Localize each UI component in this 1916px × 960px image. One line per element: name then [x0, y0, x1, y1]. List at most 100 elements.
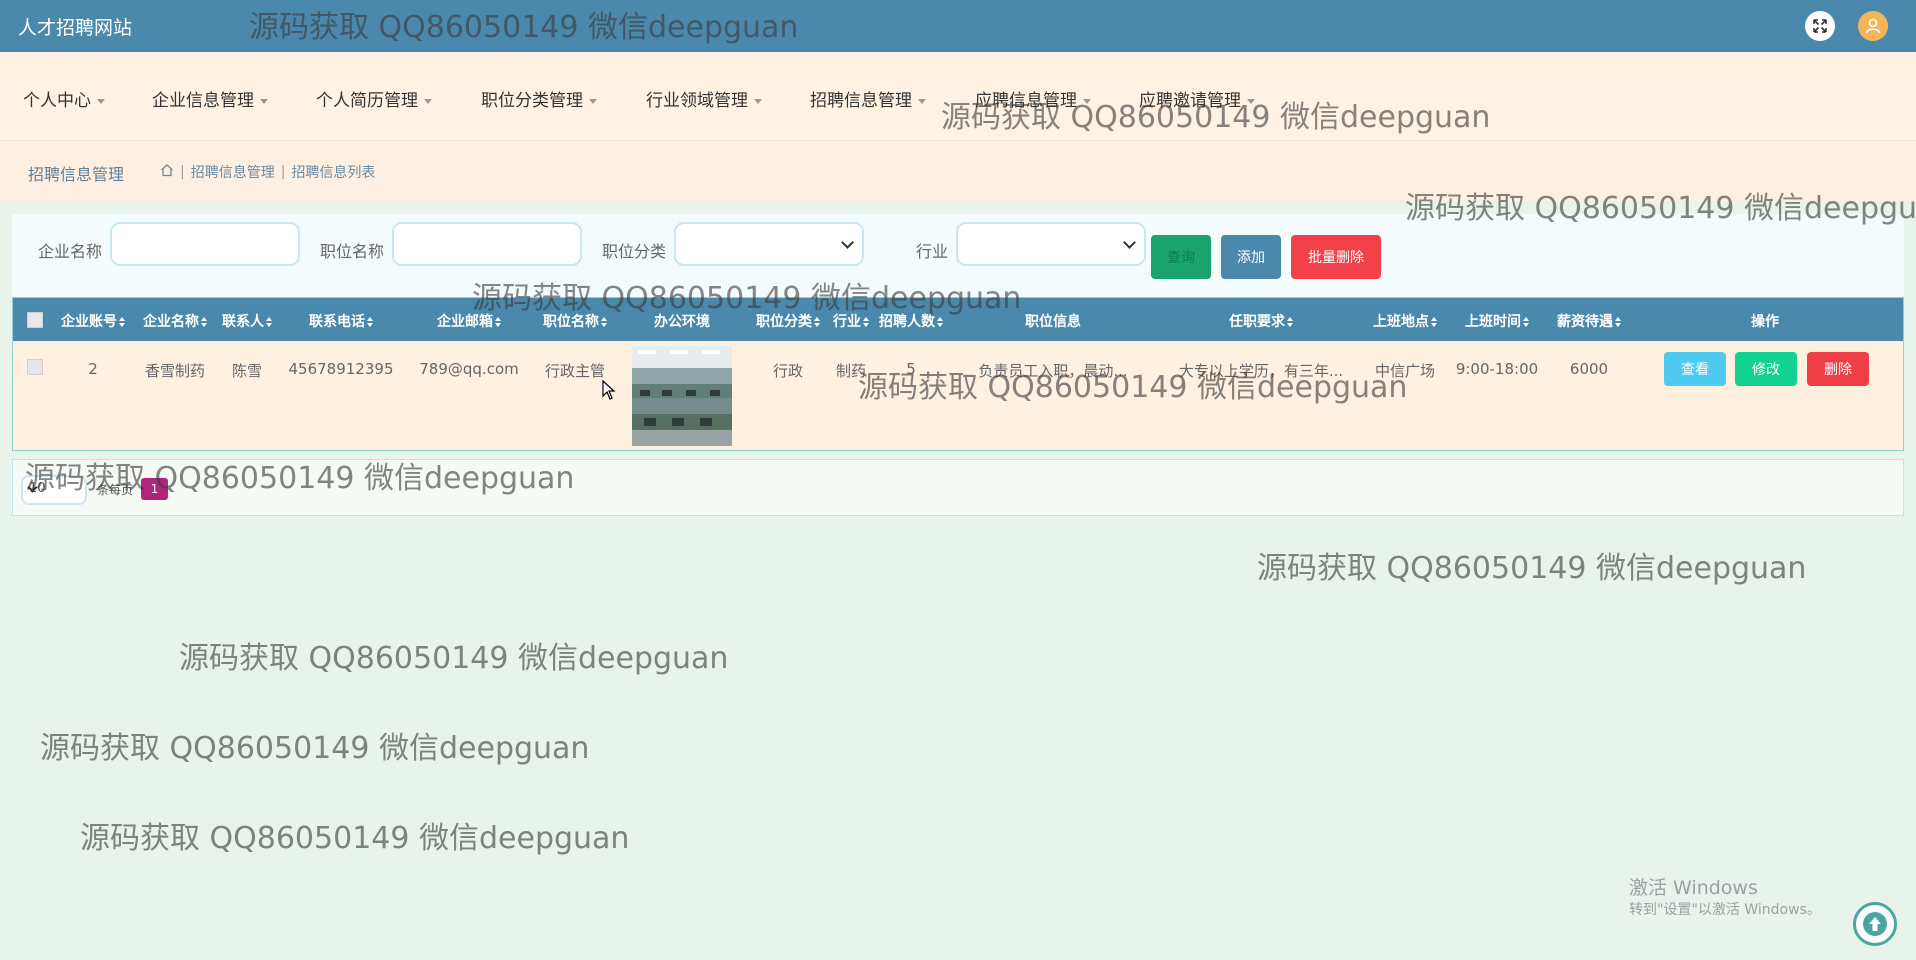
sort-icon	[367, 317, 373, 327]
page-size-select[interactable]: 10	[21, 475, 87, 505]
select-all-checkbox[interactable]	[27, 312, 43, 328]
sort-icon	[1287, 317, 1293, 327]
col-header-label: 企业邮箱	[437, 314, 493, 330]
nav-recruitment[interactable]: 招聘信息管理	[810, 86, 926, 111]
position-name-label: 职位名称	[320, 242, 385, 261]
back-to-top-button[interactable]	[1853, 902, 1897, 946]
nav-company-info[interactable]: 企业信息管理	[152, 86, 268, 111]
nav-label: 职位分类管理	[481, 91, 583, 111]
sort-icon	[601, 317, 607, 327]
windows-activation-title: 激活 Windows	[1629, 877, 1758, 899]
page-number-button[interactable]: 1	[141, 478, 168, 500]
col-header[interactable]: 招聘人数	[879, 311, 943, 331]
caret-down-icon	[260, 98, 268, 104]
chevron-down-icon	[1123, 236, 1136, 249]
col-header[interactable]: 联系电话	[309, 311, 373, 331]
col-header-label: 联系电话	[309, 314, 365, 330]
nav-invitation[interactable]: 应聘邀请管理	[1139, 86, 1255, 111]
col-header[interactable]: 上班地点	[1373, 311, 1437, 331]
nav-label: 个人中心	[23, 91, 91, 111]
col-header[interactable]: 薪资待遇	[1557, 311, 1621, 331]
nav-position-category[interactable]: 职位分类管理	[481, 86, 597, 111]
caret-down-icon	[1083, 98, 1091, 104]
sort-icon	[863, 317, 869, 327]
col-header-label: 薪资待遇	[1557, 314, 1613, 330]
col-header-label: 职位分类	[756, 314, 812, 330]
position-name-input[interactable]	[392, 222, 582, 266]
per-page-label: 条每页	[97, 483, 134, 497]
caret-down-icon	[918, 98, 926, 104]
recruitment-table: 企业账号 企业名称 联系人 联系电话 企业邮箱 职位名称 办公环境 职位分类 行…	[12, 297, 1904, 451]
delete-button[interactable]: 删除	[1807, 352, 1869, 386]
col-header-label: 任职要求	[1229, 314, 1285, 330]
cell-headcount: 5	[906, 360, 916, 378]
nav-label: 行业领域管理	[646, 91, 748, 111]
chevron-down-icon	[841, 236, 854, 249]
col-header[interactable]: 职位名称	[543, 311, 607, 331]
sort-icon	[201, 317, 207, 327]
col-header-label: 上班时间	[1465, 314, 1521, 330]
pagination: 10 条每页 1	[12, 459, 1904, 516]
breadcrumb-item[interactable]: 招聘信息管理	[191, 162, 275, 182]
nav-application[interactable]: 应聘信息管理	[975, 86, 1091, 111]
col-header[interactable]: 企业名称	[143, 311, 207, 331]
col-header: 操作	[1751, 314, 1779, 330]
company-name-label: 企业名称	[38, 242, 103, 261]
col-header-label: 职位名称	[543, 314, 599, 330]
col-header[interactable]: 企业邮箱	[437, 311, 501, 331]
nav-label: 应聘信息管理	[975, 91, 1077, 111]
caret-down-icon	[1247, 98, 1255, 104]
col-header: 办公环境	[654, 314, 710, 330]
sort-icon	[266, 317, 272, 327]
industry-select[interactable]	[956, 222, 1146, 266]
fullscreen-icon[interactable]	[1805, 11, 1835, 41]
watermark: 源码获取 QQ86050149 微信deepguan	[40, 731, 590, 766]
arrow-up-icon	[1863, 912, 1887, 936]
cell-company: 香雪制药	[144, 362, 206, 380]
user-avatar-icon[interactable]	[1858, 11, 1888, 41]
row-checkbox[interactable]	[27, 359, 43, 375]
caret-down-icon	[589, 98, 597, 104]
cell-account: 2	[88, 360, 98, 378]
col-header[interactable]: 职位分类	[756, 311, 820, 331]
col-header[interactable]: 行业	[833, 311, 869, 331]
col-header: 职位信息	[1025, 314, 1081, 330]
mouse-cursor-icon	[602, 379, 616, 404]
query-button[interactable]: 查询	[1151, 235, 1211, 279]
view-button[interactable]: 查看	[1664, 352, 1726, 386]
cell-industry: 制药	[835, 362, 867, 380]
col-header-label: 上班地点	[1373, 314, 1429, 330]
sort-icon	[1523, 317, 1529, 327]
caret-down-icon	[754, 98, 762, 104]
home-icon[interactable]	[160, 163, 174, 181]
breadcrumb: | 招聘信息管理 | 招聘信息列表	[160, 162, 375, 182]
watermark: 源码获取 QQ86050149 微信deepguan	[179, 641, 729, 676]
add-button[interactable]: 添加	[1221, 235, 1281, 279]
breadcrumb-separator: |	[180, 164, 185, 180]
caret-down-icon	[97, 98, 105, 104]
page-title: 招聘信息管理	[28, 165, 125, 184]
sort-icon	[1431, 317, 1437, 327]
nav-personal-center[interactable]: 个人中心	[23, 86, 105, 111]
industry-label: 行业	[916, 242, 949, 261]
cell-contact: 陈雪	[231, 362, 263, 380]
company-name-input[interactable]	[110, 222, 300, 266]
col-header[interactable]: 企业账号	[61, 311, 125, 331]
col-header[interactable]: 联系人	[222, 311, 272, 331]
nav-industry[interactable]: 行业领域管理	[646, 86, 762, 111]
sort-icon	[1615, 317, 1621, 327]
cell-email: 789@qq.com	[419, 360, 519, 378]
batch-delete-button[interactable]: 批量删除	[1291, 235, 1381, 279]
position-category-label: 职位分类	[602, 242, 667, 261]
edit-button[interactable]: 修改	[1735, 352, 1797, 386]
search-form: 企业名称 职位名称 职位分类 行业 查询 添加 批量删除	[12, 214, 1904, 298]
nav-label: 企业信息管理	[152, 91, 254, 111]
nav-resume[interactable]: 个人简历管理	[316, 86, 432, 111]
col-header[interactable]: 上班时间	[1465, 311, 1529, 331]
office-environment-image[interactable]	[632, 346, 732, 446]
position-category-select[interactable]	[674, 222, 864, 266]
sort-icon	[119, 317, 125, 327]
watermark: 源码获取 QQ86050149 微信deepguan	[80, 821, 630, 856]
col-header[interactable]: 任职要求	[1229, 311, 1293, 331]
cell-location: 中信广场	[1374, 362, 1436, 380]
